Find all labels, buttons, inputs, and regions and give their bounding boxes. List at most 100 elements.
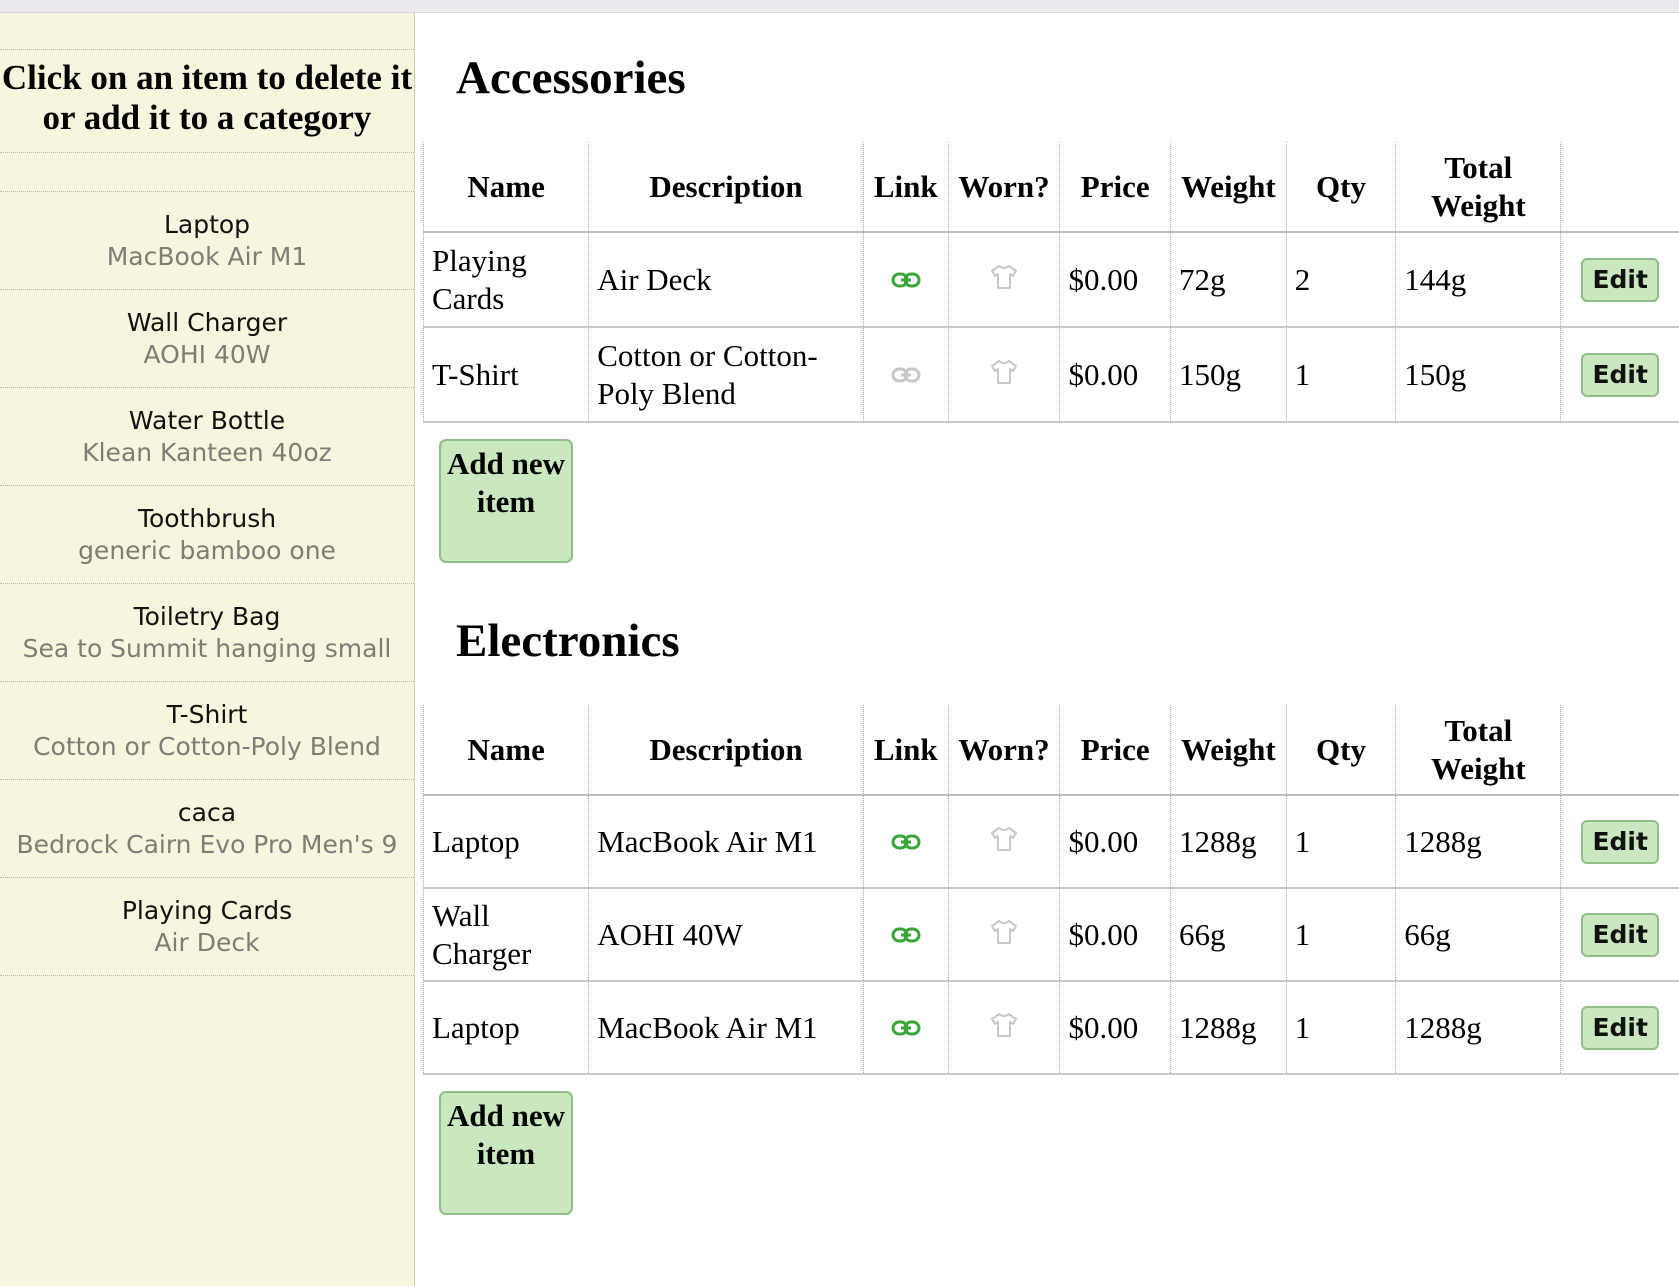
cell-weight: 66g [1169,888,1287,982]
cell-description: Cotton or Cotton-Poly Blend [588,327,864,423]
sidebar-item[interactable]: Water Bottle Klean Kanteen 40oz [0,388,414,486]
add-new-item-button[interactable]: Add new item [439,439,573,563]
tshirt-icon[interactable] [989,917,1019,955]
sidebar-item[interactable]: Toiletry Bag Sea to Summit hanging small [0,584,414,682]
sidebar-item-name: Water Bottle [128,406,286,435]
sidebar-item-name: Toothbrush [137,504,277,533]
edit-button[interactable]: Edit [1581,352,1659,397]
link-icon[interactable] [891,357,921,395]
cell-worn [947,888,1060,982]
link-icon[interactable] [891,262,921,300]
sidebar-item[interactable]: T-Shirt Cotton or Cotton-Poly Blend [0,682,414,780]
cell-link [862,232,949,328]
cell-actions: Edit [1560,232,1679,328]
cell-qty: 1 [1285,795,1396,889]
sidebar-item-description: Bedrock Cairn Evo Pro Men's 9 [16,830,398,859]
cell-link [862,327,949,423]
column-header-total-weight: Total Weight [1395,142,1561,233]
column-header-weight: Weight [1169,705,1287,796]
column-header-weight: Weight [1169,142,1287,233]
sidebar-item-description: AOHI 40W [143,340,271,369]
cell-price: $0.00 [1059,795,1171,889]
column-header-price: Price [1059,705,1171,796]
cell-worn [947,232,1060,328]
top-bar [0,0,1679,13]
table-header-row: Name Description Link Worn? Price Weight… [422,705,1679,796]
add-new-item-button[interactable]: Add new item [439,1091,573,1215]
column-header-name: Name [422,705,589,796]
column-header-total-weight: Total Weight [1395,705,1561,796]
cell-link [862,888,949,982]
sidebar-item[interactable]: Laptop MacBook Air M1 [0,192,414,290]
link-icon[interactable] [891,824,921,862]
column-header-name: Name [422,142,589,233]
cell-name: T-Shirt [422,327,589,423]
sidebar-item-list: Laptop MacBook Air M1 Wall Charger AOHI … [0,191,414,976]
sidebar-item-name: Laptop [163,210,251,239]
column-header-description: Description [588,705,864,796]
cell-total-weight: 1288g [1395,795,1561,889]
column-header-description: Description [588,142,864,233]
sidebar-item-description: Air Deck [154,928,260,957]
cell-price: $0.00 [1059,232,1171,328]
sidebar-item-name: Playing Cards [121,896,293,925]
sidebar: Click on an item to delete it or add it … [0,13,415,1286]
cell-worn [947,795,1060,889]
column-header-actions [1560,142,1679,233]
cell-qty: 1 [1285,888,1396,982]
cell-weight: 150g [1169,327,1287,423]
table-header-row: Name Description Link Worn? Price Weight… [422,142,1679,233]
cell-description: Air Deck [588,232,864,328]
tshirt-icon[interactable] [989,1010,1019,1048]
column-header-worn: Worn? [947,705,1060,796]
column-header-link: Link [862,142,949,233]
link-icon[interactable] [891,1010,921,1048]
cell-total-weight: 150g [1395,327,1561,423]
cell-worn [947,981,1060,1075]
sidebar-item[interactable]: caca Bedrock Cairn Evo Pro Men's 9 [0,780,414,878]
cell-name: Wall Charger [422,888,589,982]
cell-total-weight: 66g [1395,888,1561,982]
cell-price: $0.00 [1059,888,1171,982]
column-header-price: Price [1059,142,1171,233]
cell-name: Playing Cards [422,232,589,328]
column-header-link: Link [862,705,949,796]
sidebar-item[interactable]: Toothbrush generic bamboo one [0,486,414,584]
tshirt-icon[interactable] [989,824,1019,862]
column-header-qty: Qty [1285,142,1396,233]
cell-description: AOHI 40W [588,888,864,982]
column-header-actions [1560,705,1679,796]
column-header-worn: Worn? [947,142,1060,233]
gear-table: Name Description Link Worn? Price Weight… [422,142,1679,423]
cell-link [862,981,949,1075]
edit-button[interactable]: Edit [1581,819,1659,864]
sidebar-item-description: Klean Kanteen 40oz [82,438,332,467]
cell-price: $0.00 [1059,327,1171,423]
link-icon[interactable] [891,917,921,955]
cell-qty: 2 [1285,232,1396,328]
category-title: Accessories [456,52,686,104]
sidebar-item-description: Sea to Summit hanging small [22,634,392,663]
table-row: Laptop MacBook Air M1 $0.00 1288g 1 1288… [422,981,1679,1075]
cell-total-weight: 1288g [1395,981,1561,1075]
edit-button[interactable]: Edit [1581,912,1659,957]
sidebar-item-name: Wall Charger [126,308,288,337]
column-header-qty: Qty [1285,705,1396,796]
cell-actions: Edit [1560,327,1679,423]
cell-weight: 72g [1169,232,1287,328]
sidebar-item-name: T-Shirt [166,700,248,729]
sidebar-item[interactable]: Playing Cards Air Deck [0,878,414,976]
table-row: Laptop MacBook Air M1 $0.00 1288g 1 1288… [422,795,1679,889]
edit-button[interactable]: Edit [1581,1005,1659,1050]
cell-qty: 1 [1285,327,1396,423]
tshirt-icon[interactable] [989,262,1019,300]
cell-actions: Edit [1560,981,1679,1075]
tshirt-icon[interactable] [989,357,1019,395]
sidebar-item-description: MacBook Air M1 [106,242,308,271]
edit-button[interactable]: Edit [1581,257,1659,302]
cell-description: MacBook Air M1 [588,981,864,1075]
sidebar-item[interactable]: Wall Charger AOHI 40W [0,290,414,388]
category-section: Electronics Name Description Link Worn? … [415,563,1679,1215]
sidebar-item-description: Cotton or Cotton-Poly Blend [33,732,381,761]
cell-actions: Edit [1560,795,1679,889]
